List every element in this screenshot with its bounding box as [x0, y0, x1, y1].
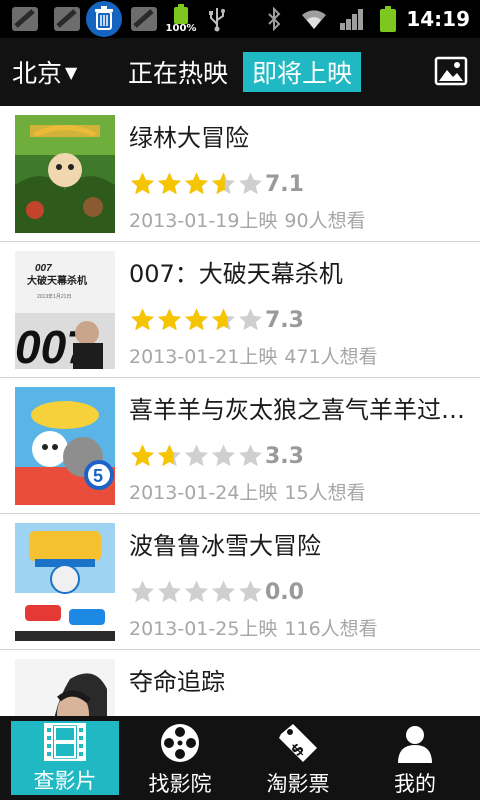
user-icon — [397, 722, 433, 764]
nav-find-cinemas[interactable]: 找影院 — [130, 716, 230, 800]
movie-meta: 2013-01-24上映 15人想看 — [129, 478, 366, 505]
star-icon — [185, 172, 208, 195]
nav-label: 我的 — [394, 772, 436, 796]
movie-poster: 5 — [15, 387, 115, 505]
release-date: 2013-01-25上映 — [129, 618, 278, 640]
notification-icon — [8, 0, 42, 38]
film-strip-icon — [44, 723, 86, 761]
dropdown-arrow-icon: ▼ — [65, 62, 78, 82]
wifi-icon — [296, 0, 332, 38]
rating-stars: 7.3 — [129, 306, 304, 334]
nav-my-account[interactable]: 我的 — [365, 716, 465, 800]
battery-icon — [376, 0, 400, 38]
movie-poster — [15, 523, 115, 641]
bluetooth-icon — [262, 0, 286, 38]
movie-meta: 2013-01-25上映 116人想看 — [129, 614, 378, 641]
nav-find-movies[interactable]: 查影片 — [11, 721, 119, 795]
star-icon — [158, 580, 181, 603]
notification-icon — [127, 0, 161, 38]
bottom-navigation: 查影片 找影院 $ 淘影票 我的 — [0, 716, 480, 800]
want-count: 116人想看 — [284, 618, 378, 640]
star-icon — [212, 580, 235, 603]
movie-row[interactable]: 波鲁鲁冰雪大冒险 0.0 2013-01-25上映 116人想看 — [0, 514, 480, 650]
movie-title: 绿林大冒险 — [129, 124, 249, 152]
movie-poster — [15, 115, 115, 233]
nav-label: 找影院 — [148, 772, 212, 796]
rating-score: 7.1 — [265, 171, 304, 197]
status-bar: 100% 14:19 — [0, 0, 480, 38]
star-icon — [239, 308, 262, 331]
svg-text:2013年1月21日: 2013年1月21日 — [37, 293, 71, 300]
film-reel-icon — [160, 722, 200, 764]
release-date: 2013-01-19上映 — [129, 210, 278, 232]
signal-icon — [338, 0, 366, 38]
status-time: 14:19 — [406, 7, 470, 31]
city-label: 北京 — [12, 59, 63, 88]
notification-icon — [50, 0, 84, 38]
rating-score: 0.0 — [265, 579, 304, 605]
star-icon — [185, 308, 208, 331]
rating-stars: 3.3 — [129, 442, 304, 470]
movie-row[interactable]: 007 大破天幕杀机 2013年1月21日 007 007：大破天幕杀机 7.3… — [0, 242, 480, 378]
want-count: 90人想看 — [284, 210, 366, 232]
tab-coming-soon[interactable]: 即将上映 — [243, 52, 361, 92]
battery-full-icon: 100% — [166, 0, 196, 38]
movie-meta: 2013-01-21上映 471人想看 — [129, 342, 378, 369]
star-icon — [158, 308, 181, 331]
star-icon — [212, 172, 235, 195]
svg-text:007: 007 — [35, 263, 52, 274]
movie-poster — [15, 659, 115, 716]
usb-icon — [204, 0, 230, 38]
tab-now-showing[interactable]: 正在热映 — [122, 52, 234, 92]
battery-percent-label: 100% — [165, 23, 197, 34]
movie-title: 波鲁鲁冰雪大冒险 — [129, 532, 321, 560]
movie-poster: 007 大破天幕杀机 2013年1月21日 007 — [15, 251, 115, 369]
star-icon — [131, 580, 154, 603]
trash-icon — [84, 0, 124, 38]
app-header: 北京 ▼ 正在热映 即将上映 — [0, 38, 480, 106]
rating-stars: 0.0 — [129, 578, 304, 606]
movie-list[interactable]: 绿林大冒险 7.1 2013-01-19上映 90人想看 007 大破天幕杀机 2… — [0, 106, 480, 716]
nav-label: 查影片 — [33, 769, 97, 793]
ticket-tag-icon: $ — [277, 722, 319, 764]
nav-buy-tickets[interactable]: $ 淘影票 — [248, 716, 348, 800]
release-date: 2013-01-24上映 — [129, 482, 278, 504]
star-icon — [239, 580, 262, 603]
star-icon — [239, 172, 262, 195]
movie-title: 007：大破天幕杀机 — [129, 260, 343, 288]
star-icon — [212, 444, 235, 467]
city-selector[interactable]: 北京 ▼ — [12, 38, 77, 106]
star-icon — [131, 308, 154, 331]
release-date: 2013-01-21上映 — [129, 346, 278, 368]
star-icon — [185, 580, 208, 603]
nav-label: 淘影票 — [266, 772, 330, 796]
want-count: 15人想看 — [284, 482, 366, 504]
movie-title: 夺命追踪 — [129, 668, 225, 696]
movie-row[interactable]: 绿林大冒险 7.1 2013-01-19上映 90人想看 — [0, 106, 480, 242]
star-icon — [158, 444, 181, 467]
image-icon[interactable] — [434, 54, 468, 88]
movie-row[interactable]: 5 喜羊羊与灰太狼之喜气羊羊过… 3.3 2013-01-24上映 15人想看 — [0, 378, 480, 514]
svg-text:大破天幕杀机: 大破天幕杀机 — [27, 274, 87, 287]
want-count: 471人想看 — [284, 346, 378, 368]
svg-text:5: 5 — [93, 466, 103, 486]
rating-stars: 7.1 — [129, 170, 304, 198]
star-icon — [185, 444, 208, 467]
movie-title: 喜羊羊与灰太狼之喜气羊羊过… — [129, 396, 465, 424]
star-icon — [131, 444, 154, 467]
star-icon — [239, 444, 262, 467]
star-icon — [131, 172, 154, 195]
movie-row[interactable]: 夺命追踪 — [0, 650, 480, 716]
rating-score: 3.3 — [265, 443, 304, 469]
movie-meta: 2013-01-19上映 90人想看 — [129, 206, 366, 233]
rating-score: 7.3 — [265, 307, 304, 333]
star-icon — [158, 172, 181, 195]
star-icon — [212, 308, 235, 331]
